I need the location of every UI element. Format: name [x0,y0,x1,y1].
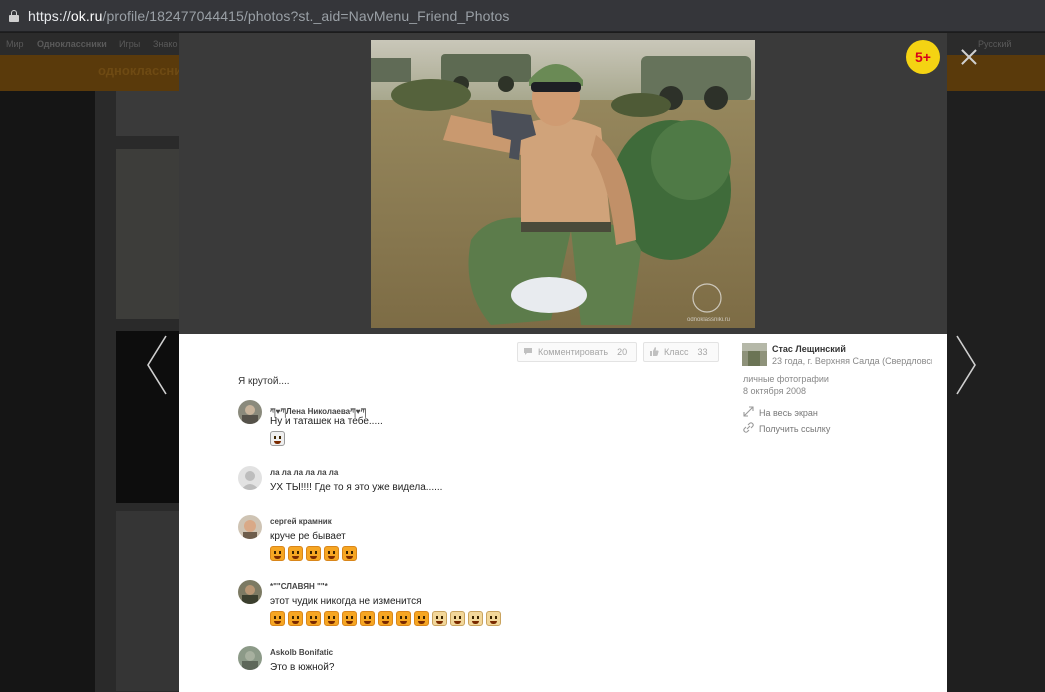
topnav-item: Игры [119,39,141,49]
get-link-button[interactable]: Получить ссылку [743,422,830,435]
comment-count: 20 [617,347,628,357]
photo-image: odnoklassniki.ru [371,40,755,328]
smiley-icon [288,611,303,626]
expand-icon [743,406,755,419]
comment-author[interactable]: сергей крамник [270,517,332,526]
topnav-item: Знако [153,39,178,49]
thumbs-up-icon [649,346,659,358]
smiley-icon [270,431,285,446]
smiley-icon [414,611,429,626]
smiley-icon [270,611,285,626]
smiley-row [270,546,357,561]
close-icon[interactable] [958,46,980,68]
comment-author[interactable]: ла ла ла ла ла ла [270,468,338,477]
fullscreen-link[interactable]: На весь экран [743,406,818,419]
photo-thumbnail [116,149,179,319]
language-selector: Русский [978,39,1012,49]
photo-date: 8 октября 2008 [743,386,806,396]
avatar[interactable] [238,646,262,670]
photo-info-panel: Комментировать 20 Класс 33 Я крутой.... … [179,334,947,692]
comment-icon [523,347,533,358]
topnav-item: Мир [6,39,24,49]
comment-author[interactable]: Askolb Bonifatic [270,648,333,657]
address-bar[interactable]: https://ok.ru/profile/182477044415/photo… [0,0,1045,32]
smiley-icon [396,611,411,626]
smiley-icon [378,611,393,626]
like-button[interactable]: Класс 33 [643,342,719,362]
photo-caption: Я крутой.... [238,376,290,387]
get-link-label: Получить ссылку [759,423,831,434]
avatar[interactable] [238,400,262,424]
svg-text:odnoklassniki.ru: odnoklassniki.ru [687,317,730,323]
smiley-icon [306,611,321,626]
comment-text: Ну и таташек на тебе..... [270,416,383,427]
smiley-icon [306,546,321,561]
comment-text: УХ ТЫ!!!! Где то я это уже видела...... [270,482,443,493]
smiley-icon [288,546,303,561]
prev-photo-button[interactable] [144,334,170,396]
owner-avatar[interactable] [742,343,767,366]
owner-info: 23 года, г. Верхняя Салда (Свердловская … [772,356,932,366]
lock-icon [9,9,19,22]
comment-author[interactable]: *""СЛАВЯН ""* [270,582,328,591]
like-label: Класс [664,347,689,357]
smiley-icon [450,611,465,626]
link-icon [743,422,755,435]
album-name[interactable]: личные фотографии [743,374,829,384]
chevron-right-icon [956,335,976,395]
smiley-icon [468,611,483,626]
comment-label: Комментировать [538,347,609,357]
url-text[interactable]: https://ok.ru/profile/182477044415/photo… [28,8,510,24]
photo-stage: odnoklassniki.ru [179,33,947,334]
smiley-row [270,431,285,446]
smiley-icon [432,611,447,626]
avatar[interactable] [238,580,262,604]
avatar[interactable] [238,515,262,539]
smiley-icon [324,546,339,561]
smiley-icon [486,611,501,626]
comment-text: Это в южной? [270,662,335,673]
next-photo-button[interactable] [953,334,979,396]
smiley-icon [360,611,375,626]
smiley-icon [324,611,339,626]
chevron-left-icon [147,335,167,395]
photo-thumbnail [116,91,179,136]
comment-button[interactable]: Комментировать 20 [517,342,637,362]
smiley-icon [342,611,357,626]
photo-thumbnail [116,511,179,691]
topnav-item: Одноклассники [37,39,107,49]
main-photo[interactable]: odnoklassniki.ru [371,40,755,328]
photo-actions: Комментировать 20 Класс 33 [517,342,719,362]
owner-name[interactable]: Стас Лещинский [772,344,846,354]
age-rating-badge: 5+ [906,40,940,74]
comment-text: этот чудик никогда не изменится [270,596,422,607]
smiley-row [270,611,501,626]
smiley-icon [270,546,285,561]
avatar[interactable] [238,466,262,490]
like-count: 33 [697,347,708,357]
smiley-icon [342,546,357,561]
fullscreen-label: На весь экран [759,407,818,418]
comment-text: круче ре бывает [270,531,346,542]
